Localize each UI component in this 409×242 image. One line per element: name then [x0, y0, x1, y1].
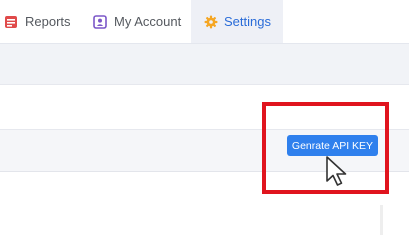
tab-bar: Reports My Account Settings: [0, 0, 409, 44]
tab-reports-label: Reports: [25, 14, 71, 29]
mouse-cursor-icon: [326, 156, 347, 186]
reports-icon: [5, 15, 17, 28]
tab-reports[interactable]: Reports: [0, 0, 71, 43]
header-band: [0, 44, 409, 85]
account-icon: [93, 14, 107, 29]
tab-my-account[interactable]: My Account: [93, 0, 181, 43]
content-row: [0, 85, 409, 130]
tab-settings[interactable]: Settings: [191, 0, 283, 43]
scrollbar[interactable]: [380, 205, 383, 235]
generate-api-key-button[interactable]: Genrate API KEY: [287, 135, 378, 156]
tab-my-account-label: My Account: [114, 14, 182, 29]
gear-icon: [204, 15, 218, 28]
tab-settings-label: Settings: [224, 14, 271, 29]
